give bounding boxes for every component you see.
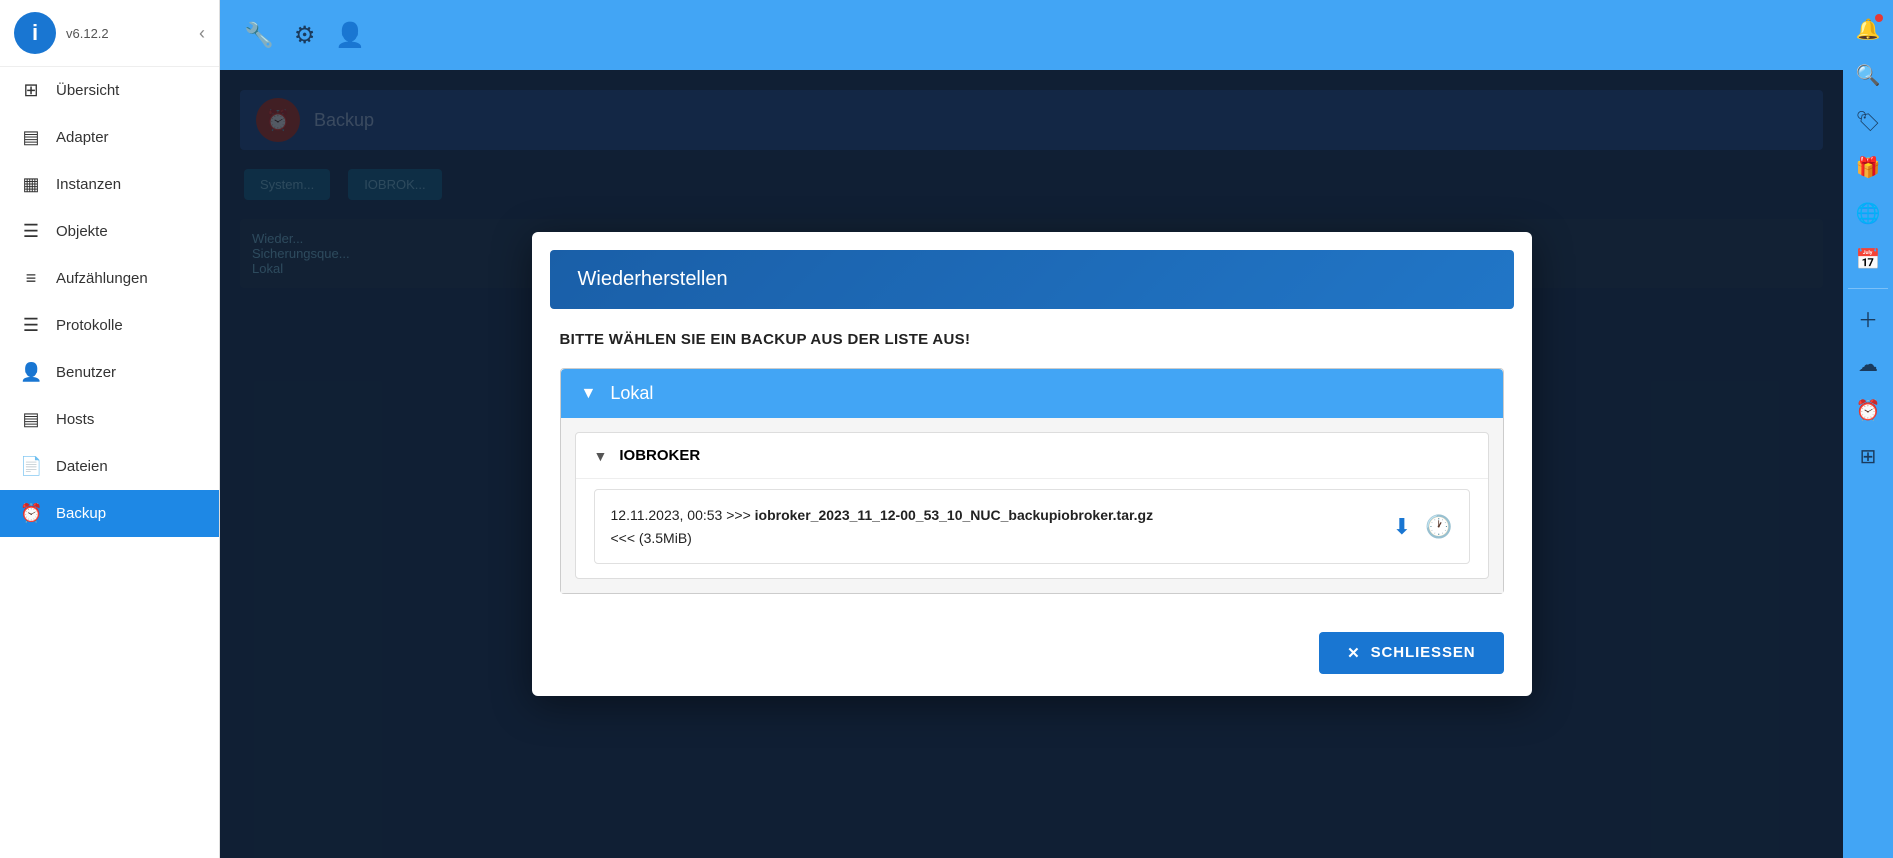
sidebar-item-hosts[interactable]: ▤ Hosts: [0, 396, 219, 443]
sidebar-header: i v6.12.2 ‹: [0, 0, 219, 67]
topbar: 🔧 ⚙ 👤: [220, 0, 1843, 70]
aufzaehlungen-icon: ≡: [20, 268, 42, 289]
add-icon[interactable]: ＋: [1847, 297, 1889, 339]
sidebar-item-objekte[interactable]: ☰ Objekte: [0, 208, 219, 255]
uebersicht-icon: ⊞: [20, 80, 42, 101]
iobroker-chevron-icon: ▼: [594, 448, 608, 464]
right-sidebar: 🔔 🔍 🏷 🎁 🌐 📅 ＋ ☁ ⏰ ⊞: [1843, 0, 1893, 858]
close-label: SCHLIESSEN: [1371, 644, 1476, 661]
benutzer-icon: 👤: [20, 362, 42, 383]
wrench-icon[interactable]: 🔧: [244, 21, 274, 50]
sidebar-label-dateien: Dateien: [56, 458, 108, 475]
backup-filename: iobroker_2023_11_12-00_53_10_NUC_backupi…: [755, 507, 1153, 523]
modal-instruction: BITTE WÄHLEN SIE EIN BACKUP AUS DER LIST…: [560, 331, 1504, 348]
sidebar: i v6.12.2 ‹ ⊞ Übersicht ▤ Adapter ▦ Instanzen…: [0, 0, 220, 858]
protokolle-icon: ☰: [20, 315, 42, 336]
gear-icon[interactable]: ⚙: [294, 21, 316, 50]
notification-icon[interactable]: 🔔: [1847, 8, 1889, 50]
lokal-section: ▼ Lokal ▼ IOBROKER: [560, 368, 1504, 594]
backup-date: 12.11.2023, 00:53 >>>: [611, 507, 755, 523]
sidebar-item-adapter[interactable]: ▤ Adapter: [0, 114, 219, 161]
sidebar-label-instanzen: Instanzen: [56, 176, 121, 193]
adapter-icon: ▤: [20, 127, 42, 148]
grid-icon[interactable]: ⊞: [1847, 435, 1889, 477]
objekte-icon: ☰: [20, 221, 42, 242]
modal-header: Wiederherstellen: [550, 250, 1514, 309]
sidebar-version: v6.12.2: [66, 26, 189, 41]
sidebar-item-backup[interactable]: ⏰ Backup: [0, 490, 219, 537]
sidebar-label-hosts: Hosts: [56, 411, 94, 428]
backup-info: 12.11.2023, 00:53 >>> iobroker_2023_11_1…: [611, 504, 1154, 549]
modal-footer: ✕ SCHLIESSEN: [532, 616, 1532, 696]
sidebar-logo: i: [14, 12, 56, 54]
instanzen-icon: ▦: [20, 174, 42, 195]
backup-size-label: <<<: [611, 530, 639, 546]
modal-body: BITTE WÄHLEN SIE EIN BACKUP AUS DER LIST…: [532, 309, 1532, 616]
sidebar-label-uebersicht: Übersicht: [56, 82, 119, 99]
sidebar-item-uebersicht[interactable]: ⊞ Übersicht: [0, 67, 219, 114]
backup-actions: ⬇ 🕐: [1393, 514, 1453, 540]
sidebar-item-instanzen[interactable]: ▦ Instanzen: [0, 161, 219, 208]
modal-dialog: Wiederherstellen BITTE WÄHLEN SIE EIN BA…: [532, 232, 1532, 696]
sidebar-label-objekte: Objekte: [56, 223, 108, 240]
globe-icon[interactable]: 🌐: [1847, 192, 1889, 234]
sidebar-label-aufzaehlungen: Aufzählungen: [56, 270, 148, 287]
search-icon[interactable]: 🔍: [1847, 54, 1889, 96]
sidebar-nav: ⊞ Übersicht ▤ Adapter ▦ Instanzen ☰ Objekte ≡ Auf…: [0, 67, 219, 858]
gift-icon[interactable]: 🎁: [1847, 146, 1889, 188]
lokal-chevron-icon: ▼: [581, 385, 597, 403]
sidebar-item-dateien[interactable]: 📄 Dateien: [0, 443, 219, 490]
iobroker-body: 12.11.2023, 00:53 >>> iobroker_2023_11_1…: [576, 478, 1488, 578]
backup-size: (3.5MiB): [639, 530, 692, 546]
download-button[interactable]: ⬇: [1393, 514, 1411, 540]
right-bar-divider: [1848, 288, 1888, 289]
sidebar-label-protokolle: Protokolle: [56, 317, 123, 334]
cloud-icon[interactable]: ☁: [1847, 343, 1889, 385]
sidebar-item-protokolle[interactable]: ☰ Protokolle: [0, 302, 219, 349]
calendar-icon[interactable]: 📅: [1847, 238, 1889, 280]
tag-icon[interactable]: 🏷: [1847, 100, 1889, 142]
sidebar-item-aufzaehlungen[interactable]: ≡ Aufzählungen: [0, 255, 219, 302]
close-button[interactable]: ✕ SCHLIESSEN: [1319, 632, 1503, 674]
sidebar-collapse-button[interactable]: ‹: [199, 23, 205, 44]
sidebar-label-benutzer: Benutzer: [56, 364, 116, 381]
restore-button[interactable]: 🕐: [1425, 514, 1452, 540]
iobroker-header[interactable]: ▼ IOBROKER: [576, 433, 1488, 478]
clock-icon[interactable]: ⏰: [1847, 389, 1889, 431]
content-background: ⏰ Backup System... IOBROK... Wieder... S…: [220, 70, 1843, 858]
backup-icon: ⏰: [20, 503, 42, 524]
dateien-icon: 📄: [20, 456, 42, 477]
lokal-label: Lokal: [610, 383, 653, 404]
modal-title: Wiederherstellen: [578, 268, 728, 290]
user-icon[interactable]: 👤: [335, 21, 365, 50]
lokal-body: ▼ IOBROKER 12.11.2023, 00:53 >>> iobroke…: [561, 418, 1503, 593]
hosts-icon: ▤: [20, 409, 42, 430]
close-icon: ✕: [1347, 644, 1360, 662]
sidebar-item-benutzer[interactable]: 👤 Benutzer: [0, 349, 219, 396]
sidebar-label-adapter: Adapter: [56, 129, 109, 146]
main-content: 🔧 ⚙ 👤 ⏰ Backup System... IOBROK... Wiede…: [220, 0, 1843, 858]
lokal-header[interactable]: ▼ Lokal: [561, 369, 1503, 418]
modal-overlay: Wiederherstellen BITTE WÄHLEN SIE EIN BA…: [220, 70, 1843, 858]
iobroker-label: IOBROKER: [619, 447, 700, 464]
backup-entry: 12.11.2023, 00:53 >>> iobroker_2023_11_1…: [594, 489, 1470, 564]
sidebar-label-backup: Backup: [56, 505, 106, 522]
iobroker-section: ▼ IOBROKER 12.11.2023, 00:53 >>> iobroke…: [575, 432, 1489, 579]
